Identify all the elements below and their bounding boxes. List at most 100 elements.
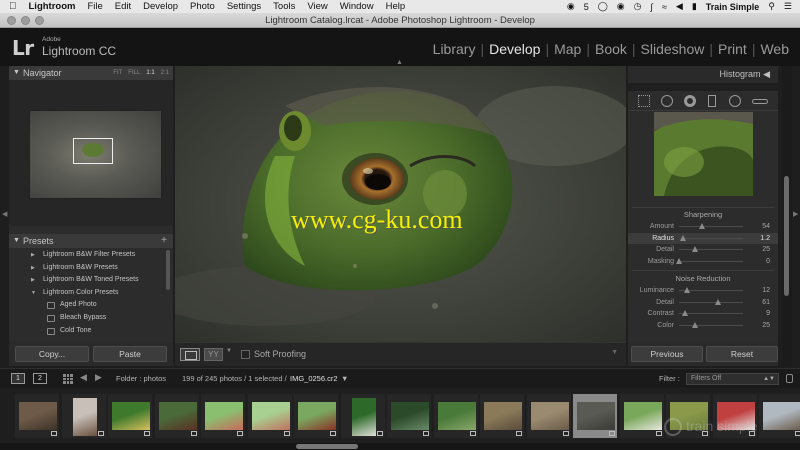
folder-source[interactable]: Folder : photos	[116, 374, 166, 383]
module-print[interactable]: Print	[715, 41, 750, 57]
slider-thumb[interactable]	[692, 246, 698, 252]
right-panel-toggle-icon[interactable]: ▶	[793, 210, 798, 218]
filter-lock-icon[interactable]	[786, 374, 793, 383]
menu-file[interactable]: File	[81, 0, 108, 13]
slider-value[interactable]: 9	[746, 308, 770, 319]
slider-value[interactable]: 1.2	[746, 233, 770, 244]
slider-value[interactable]: 25	[746, 244, 770, 255]
user-name[interactable]: Train Simple	[706, 2, 760, 12]
module-web[interactable]: Web	[757, 41, 792, 57]
filmstrip-thumbnail[interactable]	[107, 393, 153, 439]
slider-thumb[interactable]	[699, 223, 706, 229]
noise_reduction-color-slider[interactable]: Color 25	[628, 320, 778, 331]
radial-filter-icon[interactable]	[729, 95, 741, 107]
battery-icon[interactable]: ▮	[692, 1, 697, 12]
menu-edit[interactable]: Edit	[109, 0, 137, 13]
noise-reduction-title[interactable]: Noise Reduction	[628, 274, 778, 283]
slider-value[interactable]: 61	[746, 297, 770, 308]
soft-proofing-checkbox[interactable]	[241, 350, 250, 359]
slider-track[interactable]	[679, 321, 743, 328]
folder-disclosure-icon[interactable]: ▶	[31, 249, 35, 262]
copy-settings-button[interactable]: Copy...	[15, 346, 89, 362]
secondary-window-button[interactable]: 2	[33, 373, 47, 384]
filename-dropdown-icon[interactable]: ▼	[341, 374, 348, 383]
toolbar-options-icon[interactable]: ▼	[611, 349, 618, 356]
filmstrip-thumbnail[interactable]	[572, 393, 618, 439]
before-after-button[interactable]: YY	[204, 348, 223, 361]
scrollbar-thumb[interactable]	[784, 176, 789, 296]
menu-view[interactable]: View	[301, 0, 333, 13]
detail-preview[interactable]	[654, 112, 753, 196]
red-eye-tool-icon[interactable]	[684, 95, 696, 107]
slider-thumb[interactable]	[683, 287, 690, 293]
adjustment-brush-icon[interactable]	[752, 99, 768, 104]
sharpening-amount-slider[interactable]: Amount 54	[628, 221, 778, 232]
noise_reduction-contrast-slider[interactable]: Contrast 9	[628, 308, 778, 319]
eye-icon[interactable]: ◉	[617, 1, 625, 12]
presets-scrollbar[interactable]	[166, 250, 170, 290]
module-map[interactable]: Map	[551, 41, 584, 57]
previous-button[interactable]: Previous	[631, 346, 703, 362]
status-circle-icon[interactable]: ◯	[598, 1, 608, 12]
scrollbar-thumb[interactable]	[296, 444, 358, 449]
presets-header[interactable]: ▼ Presets +	[9, 234, 173, 248]
filmstrip-thumbnail[interactable]	[525, 393, 572, 439]
spotlight-search-icon[interactable]: ⚲	[768, 1, 775, 12]
slider-track[interactable]	[679, 287, 743, 293]
crop-tool-icon[interactable]	[638, 95, 650, 107]
slider-thumb[interactable]	[692, 321, 698, 328]
slider-value[interactable]: 54	[746, 221, 770, 232]
before-after-dropdown-icon[interactable]: ▼	[226, 348, 232, 354]
slider-track[interactable]	[679, 246, 743, 252]
filmstrip-thumbnail[interactable]	[618, 393, 665, 439]
creative-cloud-icon[interactable]: ◉	[567, 1, 575, 12]
module-book[interactable]: Book	[592, 41, 630, 57]
notification-center-icon[interactable]: ☰	[784, 1, 792, 12]
filmstrip-thumbnail[interactable]	[339, 393, 386, 439]
module-slideshow[interactable]: Slideshow	[638, 41, 708, 57]
navigator-preview[interactable]	[9, 80, 173, 226]
main-window-button[interactable]: 1	[11, 373, 25, 384]
filmstrip-thumbnail[interactable]	[60, 393, 107, 439]
slider-value[interactable]: 25	[746, 320, 770, 331]
slider-track[interactable]	[679, 310, 743, 316]
sharpening-title[interactable]: Sharpening	[628, 210, 778, 219]
close-window-button[interactable]	[7, 16, 16, 25]
top-panel-toggle-icon[interactable]: ▲	[396, 59, 403, 66]
slider-thumb[interactable]	[676, 257, 682, 264]
menu-photo[interactable]: Photo	[184, 0, 221, 13]
right-panel-scrollbar[interactable]	[782, 66, 792, 366]
menu-help[interactable]: Help	[380, 0, 412, 13]
histogram-header[interactable]: Histogram ◀	[628, 66, 778, 83]
folder-disclosure-icon[interactable]: ▶	[31, 274, 35, 287]
menu-develop[interactable]: Develop	[137, 0, 184, 13]
filmstrip-thumbnail[interactable]	[479, 393, 525, 439]
filmstrip-scrollbar[interactable]	[0, 443, 800, 450]
main-photo[interactable]: www.cg-ku.com	[175, 66, 626, 342]
filmstrip-thumbnail[interactable]	[432, 393, 479, 439]
sharpening-radius-slider[interactable]: Radius 1.2	[628, 232, 778, 244]
preset-item[interactable]: Aged Photo	[9, 299, 165, 312]
folder-disclosure-icon[interactable]: ▶	[31, 262, 35, 275]
zoom-1to1-option[interactable]: 1:1	[146, 66, 154, 80]
menu-tools[interactable]: Tools	[267, 0, 301, 13]
noise_reduction-luminance-slider[interactable]: Luminance 12	[628, 285, 778, 296]
graduated-filter-icon[interactable]	[708, 95, 716, 107]
filmstrip-thumbnail[interactable]	[758, 393, 800, 439]
minimize-window-button[interactable]	[21, 16, 30, 25]
sharpening-masking-slider[interactable]: Masking 0	[628, 256, 778, 267]
zoom-fill-option[interactable]: FILL	[128, 66, 140, 80]
filmstrip-thumbnail[interactable]	[293, 393, 339, 439]
zoom-fit-option[interactable]: FIT	[113, 66, 122, 80]
slider-track[interactable]	[679, 298, 743, 305]
add-preset-icon[interactable]: +	[161, 234, 167, 248]
slider-value[interactable]: 12	[746, 285, 770, 296]
time-machine-icon[interactable]: ◷	[634, 1, 642, 12]
slider-track[interactable]	[679, 234, 743, 241]
volume-icon[interactable]: ◀	[676, 1, 683, 12]
bluetooth-icon[interactable]: ∫	[651, 2, 653, 12]
zoom-window-button[interactable]	[35, 16, 44, 25]
preset-folder[interactable]: ▶ Lightroom B&W Filter Presets	[9, 249, 165, 262]
filmstrip-thumbnail[interactable]	[246, 393, 293, 439]
filter-select[interactable]: Filters Off ▲▼	[686, 373, 779, 385]
